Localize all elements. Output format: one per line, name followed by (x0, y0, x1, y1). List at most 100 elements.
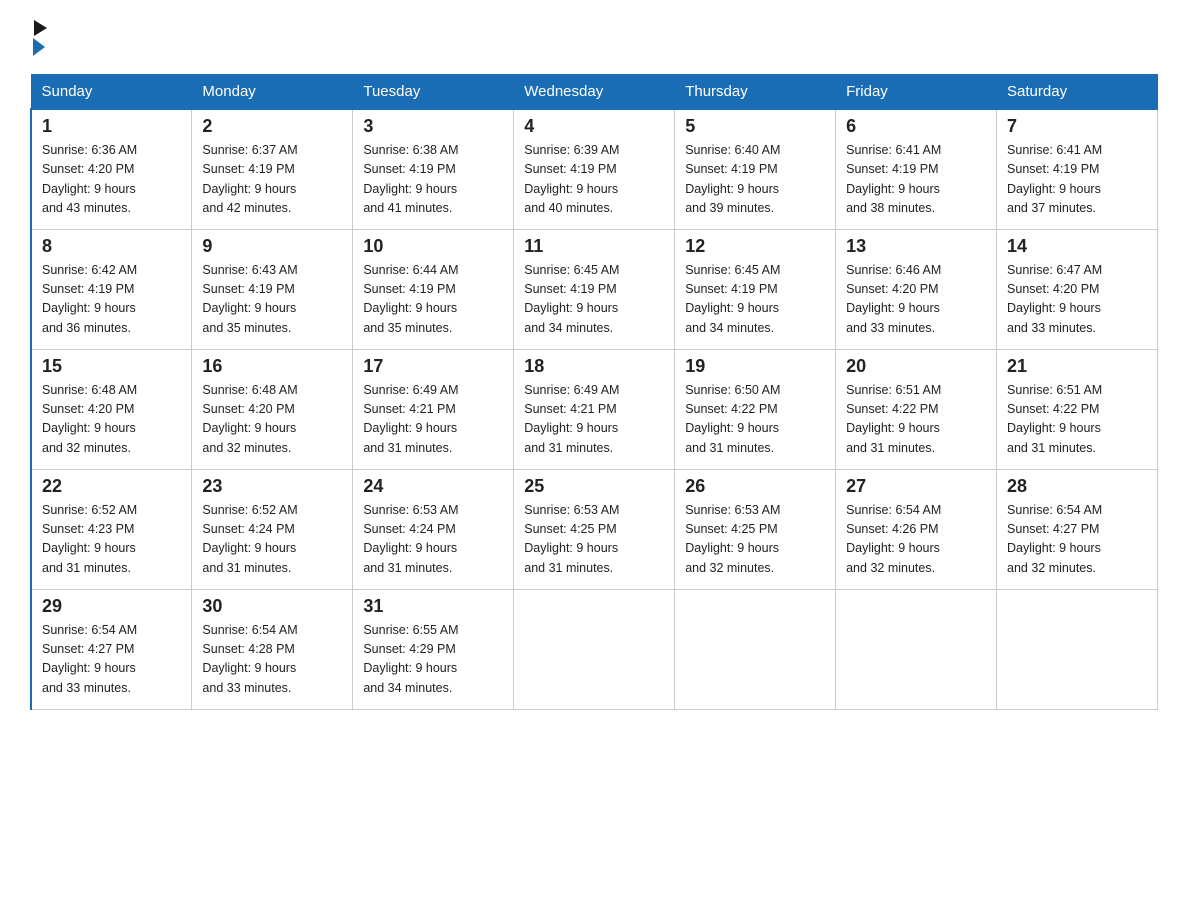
calendar-week-row: 29 Sunrise: 6:54 AM Sunset: 4:27 PM Dayl… (31, 589, 1158, 709)
calendar-cell: 10 Sunrise: 6:44 AM Sunset: 4:19 PM Dayl… (353, 229, 514, 349)
calendar-cell: 30 Sunrise: 6:54 AM Sunset: 4:28 PM Dayl… (192, 589, 353, 709)
calendar-cell: 8 Sunrise: 6:42 AM Sunset: 4:19 PM Dayli… (31, 229, 192, 349)
day-info: Sunrise: 6:46 AM Sunset: 4:20 PM Dayligh… (846, 261, 986, 339)
calendar-cell: 23 Sunrise: 6:52 AM Sunset: 4:24 PM Dayl… (192, 469, 353, 589)
day-number: 4 (524, 116, 664, 137)
calendar-cell (675, 589, 836, 709)
day-number: 2 (202, 116, 342, 137)
day-info: Sunrise: 6:50 AM Sunset: 4:22 PM Dayligh… (685, 381, 825, 459)
weekday-header-thursday: Thursday (675, 75, 836, 110)
day-number: 26 (685, 476, 825, 497)
day-number: 17 (363, 356, 503, 377)
calendar-cell: 1 Sunrise: 6:36 AM Sunset: 4:20 PM Dayli… (31, 109, 192, 229)
day-number: 10 (363, 236, 503, 257)
day-number: 3 (363, 116, 503, 137)
day-info: Sunrise: 6:40 AM Sunset: 4:19 PM Dayligh… (685, 141, 825, 219)
calendar-cell: 11 Sunrise: 6:45 AM Sunset: 4:19 PM Dayl… (514, 229, 675, 349)
calendar-body: 1 Sunrise: 6:36 AM Sunset: 4:20 PM Dayli… (31, 109, 1158, 709)
day-info: Sunrise: 6:51 AM Sunset: 4:22 PM Dayligh… (1007, 381, 1147, 459)
day-info: Sunrise: 6:41 AM Sunset: 4:19 PM Dayligh… (846, 141, 986, 219)
calendar-week-row: 8 Sunrise: 6:42 AM Sunset: 4:19 PM Dayli… (31, 229, 1158, 349)
day-info: Sunrise: 6:54 AM Sunset: 4:26 PM Dayligh… (846, 501, 986, 579)
day-info: Sunrise: 6:52 AM Sunset: 4:23 PM Dayligh… (42, 501, 181, 579)
calendar-cell: 4 Sunrise: 6:39 AM Sunset: 4:19 PM Dayli… (514, 109, 675, 229)
calendar-cell: 20 Sunrise: 6:51 AM Sunset: 4:22 PM Dayl… (836, 349, 997, 469)
day-number: 6 (846, 116, 986, 137)
calendar-cell: 12 Sunrise: 6:45 AM Sunset: 4:19 PM Dayl… (675, 229, 836, 349)
day-number: 30 (202, 596, 342, 617)
weekday-header-sunday: Sunday (31, 75, 192, 110)
calendar-cell: 13 Sunrise: 6:46 AM Sunset: 4:20 PM Dayl… (836, 229, 997, 349)
day-number: 28 (1007, 476, 1147, 497)
calendar-cell: 14 Sunrise: 6:47 AM Sunset: 4:20 PM Dayl… (997, 229, 1158, 349)
day-info: Sunrise: 6:54 AM Sunset: 4:28 PM Dayligh… (202, 621, 342, 699)
day-number: 9 (202, 236, 342, 257)
calendar-header: SundayMondayTuesdayWednesdayThursdayFrid… (31, 75, 1158, 110)
calendar-cell: 9 Sunrise: 6:43 AM Sunset: 4:19 PM Dayli… (192, 229, 353, 349)
day-number: 14 (1007, 236, 1147, 257)
day-info: Sunrise: 6:47 AM Sunset: 4:20 PM Dayligh… (1007, 261, 1147, 339)
day-info: Sunrise: 6:53 AM Sunset: 4:25 PM Dayligh… (685, 501, 825, 579)
day-number: 5 (685, 116, 825, 137)
day-number: 18 (524, 356, 664, 377)
calendar-cell: 16 Sunrise: 6:48 AM Sunset: 4:20 PM Dayl… (192, 349, 353, 469)
day-info: Sunrise: 6:36 AM Sunset: 4:20 PM Dayligh… (42, 141, 181, 219)
day-number: 13 (846, 236, 986, 257)
day-number: 8 (42, 236, 181, 257)
day-info: Sunrise: 6:52 AM Sunset: 4:24 PM Dayligh… (202, 501, 342, 579)
calendar-cell: 26 Sunrise: 6:53 AM Sunset: 4:25 PM Dayl… (675, 469, 836, 589)
calendar-cell: 19 Sunrise: 6:50 AM Sunset: 4:22 PM Dayl… (675, 349, 836, 469)
day-number: 31 (363, 596, 503, 617)
day-info: Sunrise: 6:43 AM Sunset: 4:19 PM Dayligh… (202, 261, 342, 339)
calendar-cell: 15 Sunrise: 6:48 AM Sunset: 4:20 PM Dayl… (31, 349, 192, 469)
day-number: 24 (363, 476, 503, 497)
day-info: Sunrise: 6:53 AM Sunset: 4:24 PM Dayligh… (363, 501, 503, 579)
day-number: 21 (1007, 356, 1147, 377)
day-info: Sunrise: 6:55 AM Sunset: 4:29 PM Dayligh… (363, 621, 503, 699)
calendar-cell: 21 Sunrise: 6:51 AM Sunset: 4:22 PM Dayl… (997, 349, 1158, 469)
day-info: Sunrise: 6:45 AM Sunset: 4:19 PM Dayligh… (524, 261, 664, 339)
calendar-cell: 31 Sunrise: 6:55 AM Sunset: 4:29 PM Dayl… (353, 589, 514, 709)
calendar-cell: 22 Sunrise: 6:52 AM Sunset: 4:23 PM Dayl… (31, 469, 192, 589)
day-info: Sunrise: 6:49 AM Sunset: 4:21 PM Dayligh… (363, 381, 503, 459)
logo-blue-text (30, 38, 45, 56)
calendar-cell: 5 Sunrise: 6:40 AM Sunset: 4:19 PM Dayli… (675, 109, 836, 229)
day-number: 16 (202, 356, 342, 377)
calendar-week-row: 15 Sunrise: 6:48 AM Sunset: 4:20 PM Dayl… (31, 349, 1158, 469)
weekday-header-saturday: Saturday (997, 75, 1158, 110)
day-number: 25 (524, 476, 664, 497)
weekday-header-monday: Monday (192, 75, 353, 110)
day-info: Sunrise: 6:37 AM Sunset: 4:19 PM Dayligh… (202, 141, 342, 219)
calendar-table: SundayMondayTuesdayWednesdayThursdayFrid… (30, 74, 1158, 710)
calendar-cell (514, 589, 675, 709)
day-info: Sunrise: 6:54 AM Sunset: 4:27 PM Dayligh… (1007, 501, 1147, 579)
day-info: Sunrise: 6:49 AM Sunset: 4:21 PM Dayligh… (524, 381, 664, 459)
day-info: Sunrise: 6:38 AM Sunset: 4:19 PM Dayligh… (363, 141, 503, 219)
day-number: 1 (42, 116, 181, 137)
page-header (30, 20, 1158, 56)
calendar-cell: 2 Sunrise: 6:37 AM Sunset: 4:19 PM Dayli… (192, 109, 353, 229)
day-info: Sunrise: 6:48 AM Sunset: 4:20 PM Dayligh… (202, 381, 342, 459)
day-info: Sunrise: 6:42 AM Sunset: 4:19 PM Dayligh… (42, 261, 181, 339)
weekday-header-wednesday: Wednesday (514, 75, 675, 110)
calendar-cell: 3 Sunrise: 6:38 AM Sunset: 4:19 PM Dayli… (353, 109, 514, 229)
day-number: 20 (846, 356, 986, 377)
calendar-cell: 28 Sunrise: 6:54 AM Sunset: 4:27 PM Dayl… (997, 469, 1158, 589)
day-number: 7 (1007, 116, 1147, 137)
day-info: Sunrise: 6:44 AM Sunset: 4:19 PM Dayligh… (363, 261, 503, 339)
weekday-header-tuesday: Tuesday (353, 75, 514, 110)
day-number: 27 (846, 476, 986, 497)
day-info: Sunrise: 6:45 AM Sunset: 4:19 PM Dayligh… (685, 261, 825, 339)
day-number: 15 (42, 356, 181, 377)
day-info: Sunrise: 6:48 AM Sunset: 4:20 PM Dayligh… (42, 381, 181, 459)
calendar-week-row: 1 Sunrise: 6:36 AM Sunset: 4:20 PM Dayli… (31, 109, 1158, 229)
calendar-cell: 18 Sunrise: 6:49 AM Sunset: 4:21 PM Dayl… (514, 349, 675, 469)
day-number: 11 (524, 236, 664, 257)
calendar-cell: 29 Sunrise: 6:54 AM Sunset: 4:27 PM Dayl… (31, 589, 192, 709)
day-number: 22 (42, 476, 181, 497)
logo (30, 20, 47, 56)
day-number: 12 (685, 236, 825, 257)
calendar-cell: 25 Sunrise: 6:53 AM Sunset: 4:25 PM Dayl… (514, 469, 675, 589)
day-number: 29 (42, 596, 181, 617)
calendar-cell: 6 Sunrise: 6:41 AM Sunset: 4:19 PM Dayli… (836, 109, 997, 229)
